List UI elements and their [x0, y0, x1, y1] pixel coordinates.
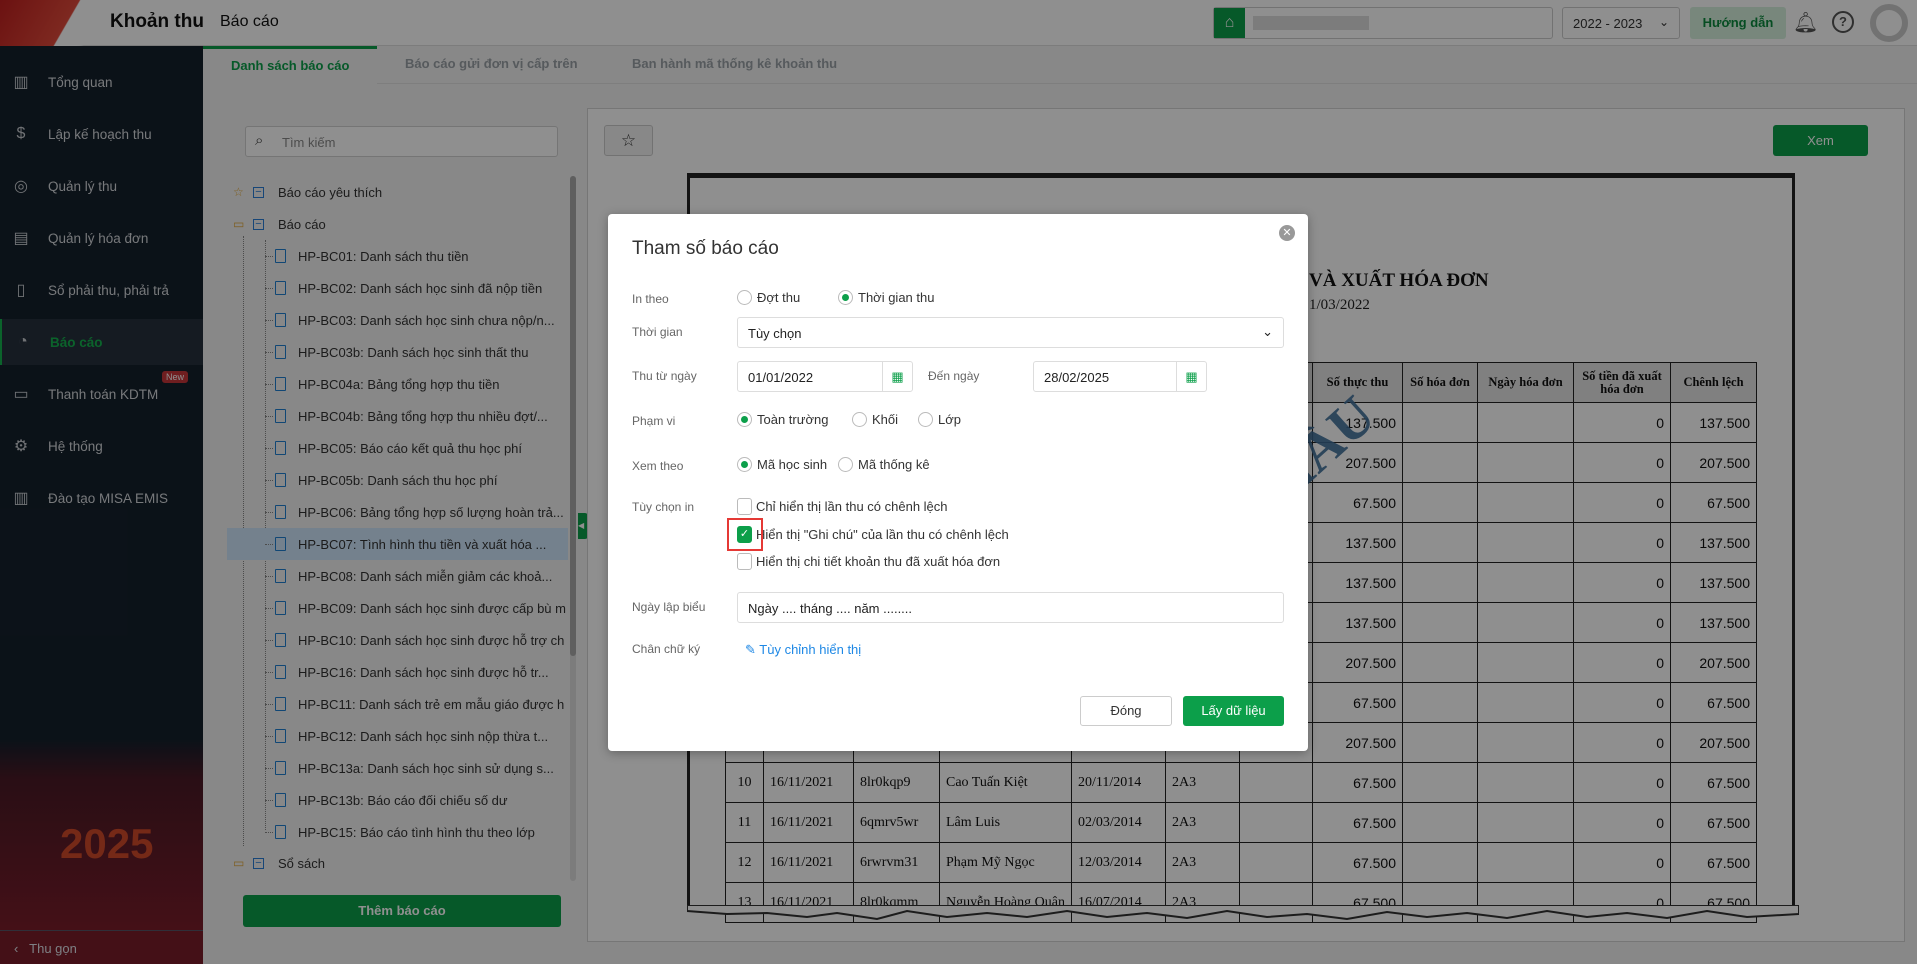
radio-whole-school[interactable]: Toàn trường — [737, 412, 828, 427]
radio-class[interactable]: Lớp — [918, 412, 961, 427]
radio-label: Lớp — [938, 412, 961, 427]
radio-label: Khối — [872, 412, 899, 427]
customize-display-link[interactable]: ✎ Tùy chỉnh hiển thị — [745, 642, 861, 658]
get-data-button[interactable]: Lấy dữ liệu — [1183, 696, 1284, 726]
radio-icon — [852, 412, 867, 427]
radio-student-code[interactable]: Mã học sinh — [737, 457, 827, 472]
radio-icon — [737, 290, 752, 305]
view-by-label: Xem theo — [632, 459, 684, 473]
pencil-icon: ✎ — [745, 642, 760, 657]
checkbox-label: Hiển thị "Ghi chú" của lần thu có chênh … — [756, 527, 1009, 542]
checkbox-invoice-detail[interactable]: Hiển thị chi tiết khoản thu đã xuất hóa … — [737, 553, 1000, 570]
radio-label: Toàn trường — [757, 412, 829, 427]
radio-print-by-time[interactable]: Thời gian thu — [838, 290, 934, 305]
radio-print-by-batch[interactable]: Đợt thu — [737, 290, 800, 305]
radio-label: Thời gian thu — [858, 290, 935, 305]
checkbox-icon — [737, 498, 752, 515]
radio-checked-icon — [737, 457, 752, 472]
link-label: Tùy chỉnh hiển thị — [759, 642, 862, 657]
calendar-icon[interactable]: ▦ — [882, 362, 912, 391]
to-date-value: 28/02/2025 — [1044, 370, 1110, 385]
close-button[interactable]: Đóng — [1080, 696, 1172, 726]
date-made-input[interactable]: Ngày .... tháng .... năm ........ — [737, 592, 1284, 623]
checkbox-only-diff[interactable]: Chỉ hiển thị lần thu có chênh lệch — [737, 498, 948, 515]
from-date-label: Thu từ ngày — [632, 369, 697, 383]
from-date-value: 01/01/2022 — [748, 370, 814, 385]
time-select[interactable]: Tùy chọn ⌄ — [737, 317, 1284, 348]
radio-grade[interactable]: Khối — [852, 412, 898, 427]
time-label: Thời gian — [632, 325, 683, 339]
radio-checked-icon — [838, 290, 853, 305]
from-date-input[interactable]: 01/01/2022 ▦ — [737, 361, 913, 392]
radio-icon — [838, 457, 853, 472]
checkbox-show-note[interactable]: ✓ Hiển thị "Ghi chú" của lần thu có chênh… — [737, 526, 1009, 543]
chevron-down-icon: ⌄ — [1262, 324, 1273, 339]
print-options-label: Tùy chọn in — [632, 500, 695, 514]
checkbox-label: Hiển thị chi tiết khoản thu đã xuất hóa … — [756, 554, 1001, 569]
highlight-annotation-box — [727, 518, 763, 551]
time-value: Tùy chọn — [748, 326, 802, 341]
dialog-title: Tham số báo cáo — [632, 238, 779, 259]
to-date-input[interactable]: 28/02/2025 ▦ — [1033, 361, 1207, 392]
to-date-label: Đến ngày — [928, 369, 980, 383]
calendar-icon[interactable]: ▦ — [1176, 362, 1206, 391]
date-made-label: Ngày lập biểu — [632, 600, 706, 614]
radio-statistic-code[interactable]: Mã thống kê — [838, 457, 930, 472]
scope-label: Phạm vi — [632, 414, 676, 428]
radio-checked-icon — [737, 412, 752, 427]
report-parameters-dialog: Tham số báo cáo ✕ In theo Đợt thu Thời g… — [608, 214, 1308, 751]
print-by-label: In theo — [632, 292, 669, 306]
checkbox-label: Chỉ hiển thị lần thu có chênh lệch — [756, 499, 948, 514]
radio-label: Mã thống kê — [858, 457, 930, 472]
radio-label: Đợt thu — [757, 290, 801, 305]
radio-icon — [918, 412, 933, 427]
date-made-value: Ngày .... tháng .... năm ........ — [748, 601, 913, 616]
close-icon[interactable]: ✕ — [1279, 225, 1295, 241]
signature-label: Chân chữ ký — [632, 642, 701, 656]
radio-label: Mã học sinh — [757, 457, 828, 472]
checkbox-icon — [737, 553, 752, 570]
